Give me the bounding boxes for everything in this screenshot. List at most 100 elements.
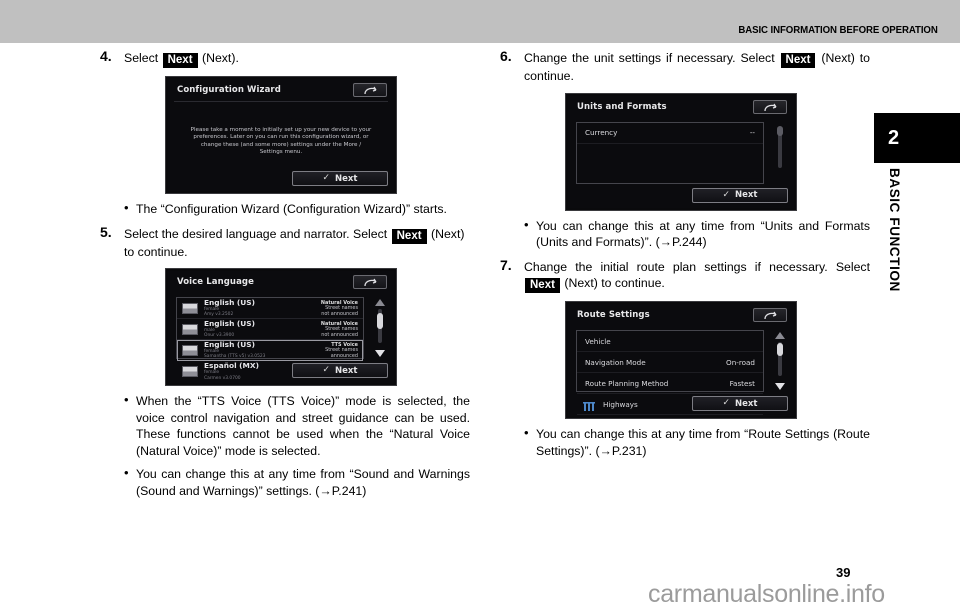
scrollbar-thumb[interactable]	[777, 125, 783, 136]
step-6-number: 6.	[500, 48, 512, 64]
back-arrow-glyph	[364, 86, 377, 95]
figure-next-button[interactable]: ✓ Next	[692, 396, 788, 411]
list-item-text: Español (MX) female Carmen v3.0700	[204, 362, 259, 381]
back-arrow-glyph	[764, 311, 777, 320]
scrollbar-thumb[interactable]	[377, 313, 383, 329]
next-key[interactable]: Next	[780, 53, 816, 68]
bullet-sound-warnings: You can change this at any time from “So…	[124, 465, 470, 499]
step-7: 7. Change the initial route plan setting…	[500, 256, 870, 293]
step-5-number: 5.	[100, 223, 112, 240]
bullets-after-step-6: You can change this at any time from “Un…	[524, 217, 870, 251]
settings-row[interactable]: Vehicle	[577, 331, 763, 352]
scroll-down-icon[interactable]	[775, 383, 785, 390]
list-item[interactable]: English (US) male Onur v3.3900 Natural V…	[177, 319, 363, 340]
figure-screen: Route Settings Vehicle Navigation Mode O…	[568, 304, 794, 416]
units-settings-panel[interactable]: Currency --	[576, 121, 764, 184]
figure-next-label: Next	[735, 398, 758, 409]
figure-next-button[interactable]: ✓ Next	[292, 171, 388, 186]
back-arrow-icon[interactable]	[753, 308, 787, 322]
settings-row-value: Fastest	[729, 378, 755, 388]
bullets-after-step-4: The “Configuration Wizard (Configuration…	[124, 200, 470, 218]
wizard-body-text: Please take a moment to initially set up…	[190, 127, 372, 156]
list-item-sub2: Samantha (TTS v5) v3.0523	[204, 354, 266, 359]
figure-next-button[interactable]: ✓ Next	[292, 363, 388, 378]
figure-next-label: Next	[335, 365, 358, 376]
street-names-line2: not announced	[321, 331, 358, 338]
list-item-text: English (US) female Amy v3.2502	[204, 297, 255, 317]
list-item-voice-type: Natural Voice Street names not announced	[321, 300, 358, 317]
figure-voice-language: Voice Language English (US) female Amy v…	[165, 268, 397, 386]
bullet-units-formats: You can change this at any time from “Un…	[524, 217, 870, 251]
bullet-route-settings: You can change this at any time from “Ro…	[524, 425, 870, 459]
scroll-down-icon[interactable]	[375, 350, 385, 357]
step-5-text-before: Select the desired language and narrator…	[124, 226, 388, 241]
bullets-after-step-7: You can change this at any time from “Ro…	[524, 425, 870, 459]
list-item-selected[interactable]: English (US) female Samantha (TTS v5) v3…	[177, 340, 363, 361]
list-scrollbar[interactable]	[775, 332, 785, 390]
list-scrollbar[interactable]	[375, 299, 385, 357]
figure-screen: Units and Formats Currency -- ✓ Next	[568, 95, 794, 208]
figure-title: Units and Formats	[577, 101, 667, 112]
back-arrow-icon[interactable]	[353, 275, 387, 289]
manual-page: BASIC INFORMATION BEFORE OPERATION 2 BAS…	[0, 0, 960, 611]
list-item-text: English (US) female Samantha (TTS v5) v3…	[204, 339, 266, 359]
flag-icon	[182, 344, 198, 356]
list-item-title: English (US)	[204, 339, 255, 349]
figure-configuration-wizard: Configuration Wizard Please take a momen…	[165, 76, 397, 194]
settings-row[interactable]: Navigation Mode On-road	[577, 352, 763, 373]
left-column: 4. Select Next (Next). Configuration Wiz…	[100, 48, 470, 507]
list-item-voice-type: TTS Voice Street names announced	[325, 342, 358, 359]
step-7-text-after: (Next) to continue.	[564, 276, 665, 290]
step-6-text-before: Change the unit settings if necessary. S…	[524, 51, 775, 65]
right-column: 6. Change the unit settings if necessary…	[500, 48, 870, 467]
check-icon: ✓	[322, 173, 331, 183]
back-arrow-icon[interactable]	[753, 99, 787, 114]
next-key[interactable]: Next	[162, 53, 198, 68]
settings-row[interactable]: Route Planning Method Fastest	[577, 373, 763, 394]
watermark: carmanualsonline.info	[648, 580, 885, 608]
chapter-tab: 2	[874, 113, 960, 163]
list-item-sub2: Carmen v3.0700	[204, 375, 241, 381]
flag-icon	[182, 302, 198, 314]
step-7-number: 7.	[500, 256, 512, 273]
figure-title: Route Settings	[577, 310, 650, 320]
settings-row-label: Navigation Mode	[585, 357, 646, 367]
scroll-up-icon[interactable]	[375, 299, 385, 306]
highway-icon	[583, 398, 595, 411]
next-key[interactable]: Next	[391, 228, 427, 244]
list-item-sub2: Onur v3.3900	[204, 333, 235, 338]
list-item[interactable]: English (US) female Amy v3.2502 Natural …	[177, 298, 363, 319]
step-4-text-after: (Next).	[201, 51, 239, 65]
step-4-number: 4.	[100, 48, 112, 64]
bullets-after-step-5: When the “TTS Voice (TTS Voice)” mode is…	[124, 392, 470, 499]
settings-row-value: --	[749, 128, 755, 137]
step-7-text-before: Change the initial route plan settings i…	[524, 259, 870, 274]
list-item-title: English (US)	[204, 318, 255, 328]
scrollbar-track[interactable]	[778, 133, 782, 168]
figure-divider	[174, 101, 388, 102]
highway-glyph	[583, 402, 595, 411]
settings-row-label: Currency	[585, 128, 618, 137]
settings-row[interactable]: Currency --	[577, 123, 763, 144]
step-4-text: Select Next (Next).	[124, 50, 470, 68]
list-item-title: English (US)	[204, 297, 255, 307]
bullet-tts-voice: When the “TTS Voice (TTS Voice)” mode is…	[124, 392, 470, 459]
street-names-line2: announced	[330, 352, 358, 359]
scrollbar-thumb[interactable]	[777, 343, 783, 356]
settings-row-value: On-road	[726, 357, 755, 367]
chapter-label: BASIC FUNCTION	[887, 168, 902, 292]
settings-row-label: Highways	[603, 399, 638, 409]
next-key[interactable]: Next	[525, 278, 560, 293]
page-number: 39	[836, 565, 851, 580]
bullet-wizard-starts: The “Configuration Wizard (Configuration…	[124, 200, 470, 218]
figure-next-button[interactable]: ✓ Next	[692, 187, 788, 203]
voice-language-list[interactable]: English (US) female Amy v3.2502 Natural …	[176, 297, 364, 381]
back-arrow-icon[interactable]	[353, 83, 387, 97]
scroll-up-icon[interactable]	[775, 332, 785, 339]
step-6: 6. Change the unit settings if necessary…	[500, 48, 870, 85]
route-settings-panel[interactable]: Vehicle Navigation Mode On-road Route Pl…	[576, 330, 764, 415]
figure-screen: Configuration Wizard Please take a momen…	[168, 79, 394, 191]
list-scrollbar[interactable]	[775, 124, 785, 182]
check-icon: ✓	[322, 365, 331, 375]
back-arrow-glyph	[364, 278, 377, 287]
